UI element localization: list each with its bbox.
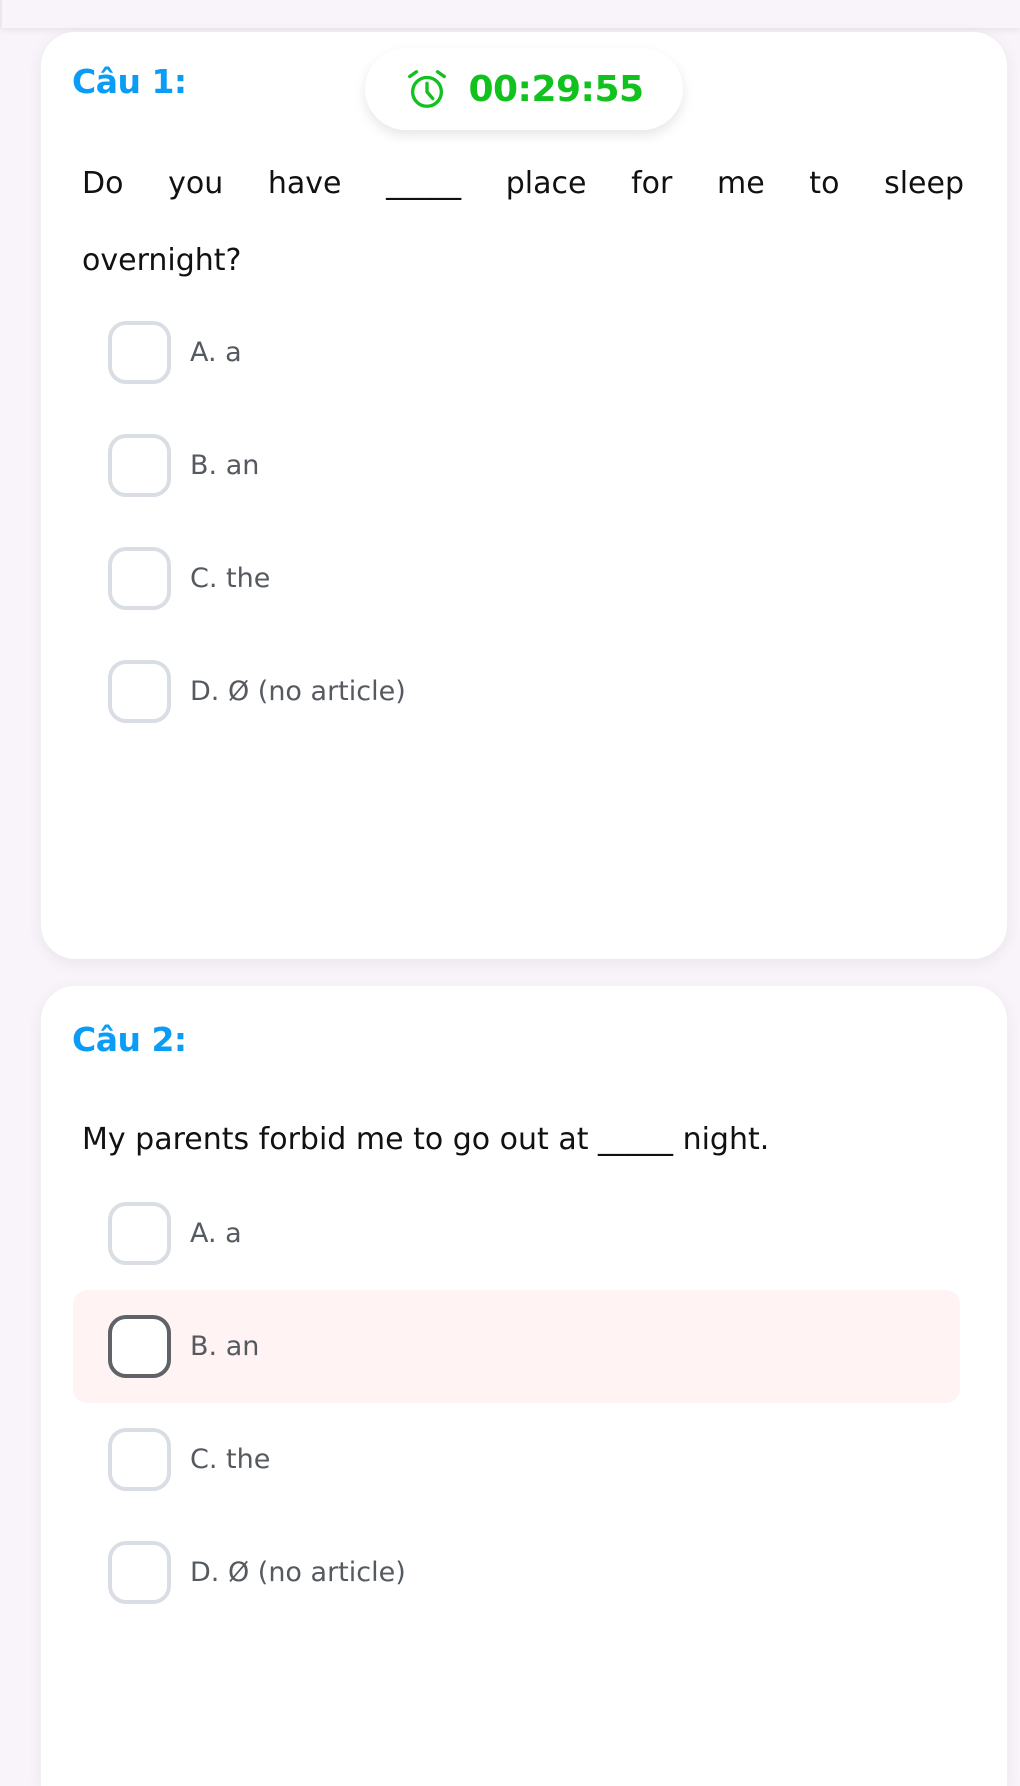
option-checkbox[interactable] xyxy=(108,1315,171,1378)
option-label: C. the xyxy=(190,1444,271,1475)
question-text: Do you have _____ place for me to sleep … xyxy=(82,166,964,278)
option-d[interactable]: D. Ø (no article) xyxy=(73,635,960,748)
option-b[interactable]: B. an xyxy=(73,1290,960,1403)
question-heading: Câu 1: xyxy=(72,62,187,101)
timer-value: 00:29:55 xyxy=(468,68,644,110)
option-checkbox[interactable] xyxy=(108,321,171,384)
question-card-1: Câu 1: 00:29:55 Do you have _____ place … xyxy=(41,32,1007,959)
option-checkbox[interactable] xyxy=(108,1428,171,1491)
option-label: D. Ø (no article) xyxy=(190,1557,406,1588)
option-label: D. Ø (no article) xyxy=(190,676,406,707)
option-a[interactable]: A. a xyxy=(73,1177,960,1290)
option-checkbox[interactable] xyxy=(108,547,171,610)
top-header-strip xyxy=(0,0,1020,28)
option-a[interactable]: A. a xyxy=(73,296,960,409)
option-checkbox[interactable] xyxy=(108,660,171,723)
option-label: B. an xyxy=(190,450,260,481)
question-card-2: Câu 2: My parents forbid me to go out at… xyxy=(41,986,1007,1786)
option-c[interactable]: C. the xyxy=(73,522,960,635)
option-c[interactable]: C. the xyxy=(73,1403,960,1516)
option-label: A. a xyxy=(190,1218,242,1249)
question-heading: Câu 2: xyxy=(72,1020,187,1059)
option-checkbox[interactable] xyxy=(108,1202,171,1265)
answer-options: A. a B. an C. the D. Ø (no article) xyxy=(73,296,960,748)
option-d[interactable]: D. Ø (no article) xyxy=(73,1516,960,1629)
option-label: A. a xyxy=(190,337,242,368)
option-label: C. the xyxy=(190,563,271,594)
alarm-clock-icon xyxy=(408,70,447,108)
question-text: My parents forbid me to go out at _____ … xyxy=(82,1122,770,1157)
option-checkbox[interactable] xyxy=(108,1541,171,1604)
answer-options: A. a B. an C. the D. Ø (no article) xyxy=(73,1177,960,1629)
countdown-timer: 00:29:55 xyxy=(365,48,683,130)
option-checkbox[interactable] xyxy=(108,434,171,497)
option-label: B. an xyxy=(190,1331,260,1362)
option-b[interactable]: B. an xyxy=(73,409,960,522)
